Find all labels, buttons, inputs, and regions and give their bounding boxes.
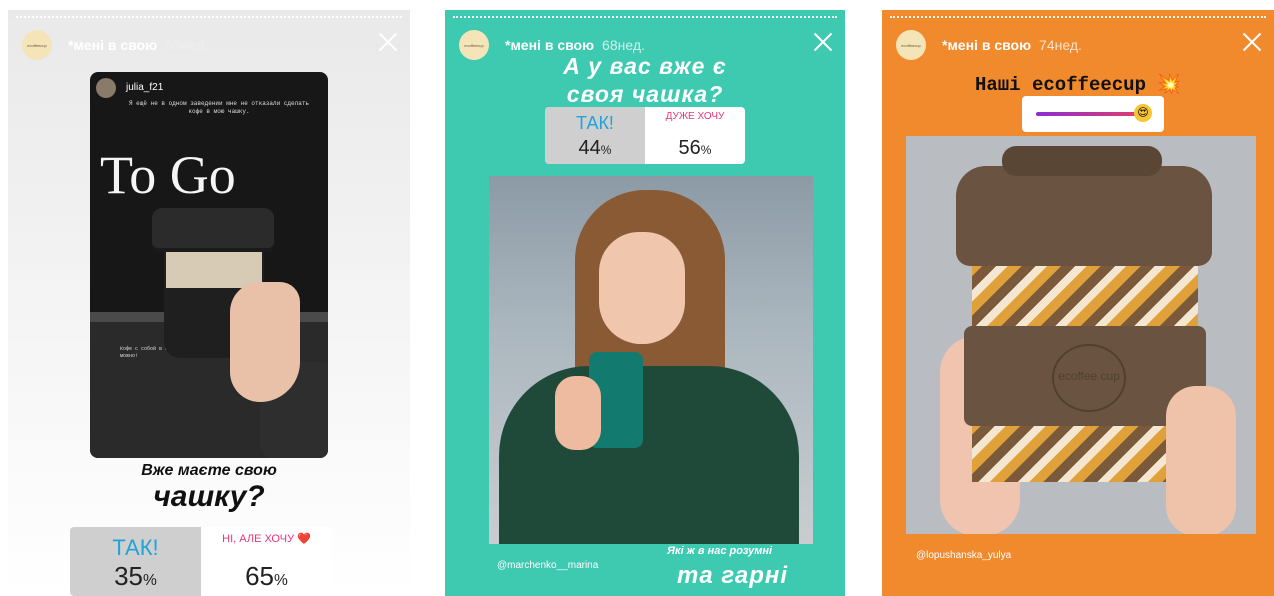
face (599, 232, 685, 344)
poll-option-want[interactable]: ДУЖЕ ХОЧУ 56% (645, 107, 745, 164)
close-icon[interactable] (1242, 32, 1262, 52)
close-icon[interactable] (813, 32, 833, 52)
story-username[interactable]: *мені в свою (942, 37, 1031, 53)
hand (1166, 386, 1236, 534)
poll-percentage: 56% (678, 137, 712, 159)
poll-option-yes[interactable]: ТАК! 44% (545, 107, 645, 164)
hand (230, 282, 300, 402)
avatar[interactable]: ecoffeecup (896, 30, 926, 60)
mention-link[interactable]: @lopushanska_yulya (916, 550, 1011, 561)
question-line-2: своя чашка? (566, 81, 724, 107)
story-timestamp: 69нед. (165, 37, 208, 53)
avatar (96, 78, 116, 98)
poll-option-label: ТАК! (576, 113, 614, 133)
poll-percentage: 44% (578, 137, 612, 159)
reposted-text: Я ещё не в одном заведении мне не отказа… (128, 100, 310, 115)
poll-sticker: ТАК! 44% ДУЖЕ ХОЧУ 56% (545, 107, 745, 164)
explosion-icon: 💥 (1157, 73, 1182, 95)
poll-percentage: 35% (114, 561, 157, 591)
story-timestamp: 74нед. (1039, 37, 1082, 53)
slider-track (1036, 112, 1140, 116)
close-icon[interactable] (378, 32, 398, 52)
caption-line-1: Які ж в нас розумні (667, 545, 773, 557)
reposted-username: julia_f21 (126, 82, 164, 93)
avatar[interactable]: ecoffeecup (22, 30, 52, 60)
poll-option-yes[interactable]: ТАК! 35% (70, 527, 201, 596)
story-username[interactable]: *мені в свою (68, 37, 157, 53)
story-title: Наші ecoffeecup 💥 (882, 72, 1274, 96)
story-3[interactable]: ecoffeecup *мені в свою 74нед. Наші ecof… (882, 10, 1274, 596)
story-header: ecoffeecup *мені в свою 74нед. (896, 30, 1264, 60)
poll-option-label: НІ, АЛЕ ХОЧУ ❤️ (222, 533, 311, 545)
cup-glass (166, 252, 262, 288)
question-line-1: А у вас вже є (563, 53, 727, 79)
mention-link[interactable]: @marchenko__marina (497, 560, 598, 571)
story-progress-bar (16, 16, 402, 20)
poll-sticker: ТАК! 35% НІ, АЛЕ ХОЧУ ❤️ 65% (70, 527, 332, 596)
hand (555, 376, 601, 450)
question-text: А у вас вже є своя чашка? (445, 52, 845, 108)
story-username[interactable]: *мені в свою (505, 37, 594, 53)
story-header: ecoffeecup *мені в свою 69нед. (22, 30, 400, 60)
heart-eyes-icon[interactable]: 😍 (1134, 104, 1152, 122)
caption-line-2: та гарні (677, 562, 789, 589)
cup-lid (152, 208, 274, 248)
story-2[interactable]: ecoffeecup *мені в свою 68нед. А у вас в… (445, 10, 845, 596)
story-title-text: Наші ecoffeecup (974, 74, 1146, 96)
poll-percentage: 65% (245, 561, 288, 591)
cup-lid (956, 166, 1212, 266)
story-1[interactable]: ecoffeecup *мені в свою 69нед. julia_f21… (8, 10, 410, 596)
poll-option-no[interactable]: НІ, АЛЕ ХОЧУ ❤️ 65% (201, 527, 332, 596)
story-timestamp: 68нед. (602, 37, 645, 53)
story-progress-bar (453, 16, 837, 20)
cup-logo: ecoffee cup (1052, 344, 1126, 412)
sweater (499, 366, 799, 544)
poll-option-label: ТАК! (112, 535, 159, 560)
window-sign: To Go (100, 145, 236, 205)
story-photo: ecoffee cup (906, 136, 1256, 534)
poll-option-label: ДУЖЕ ХОЧУ (665, 111, 725, 122)
reposted-story-photo: julia_f21 Я ещё не в одном заведении мне… (90, 72, 328, 458)
story-photo (489, 176, 813, 544)
story-progress-bar (890, 16, 1266, 20)
emoji-slider-sticker[interactable]: 😍 (1022, 96, 1164, 132)
question-line-1: Вже маєте свою (141, 462, 277, 479)
cup-lid-top (1002, 146, 1162, 176)
question-line-2: чашку? (153, 480, 265, 513)
